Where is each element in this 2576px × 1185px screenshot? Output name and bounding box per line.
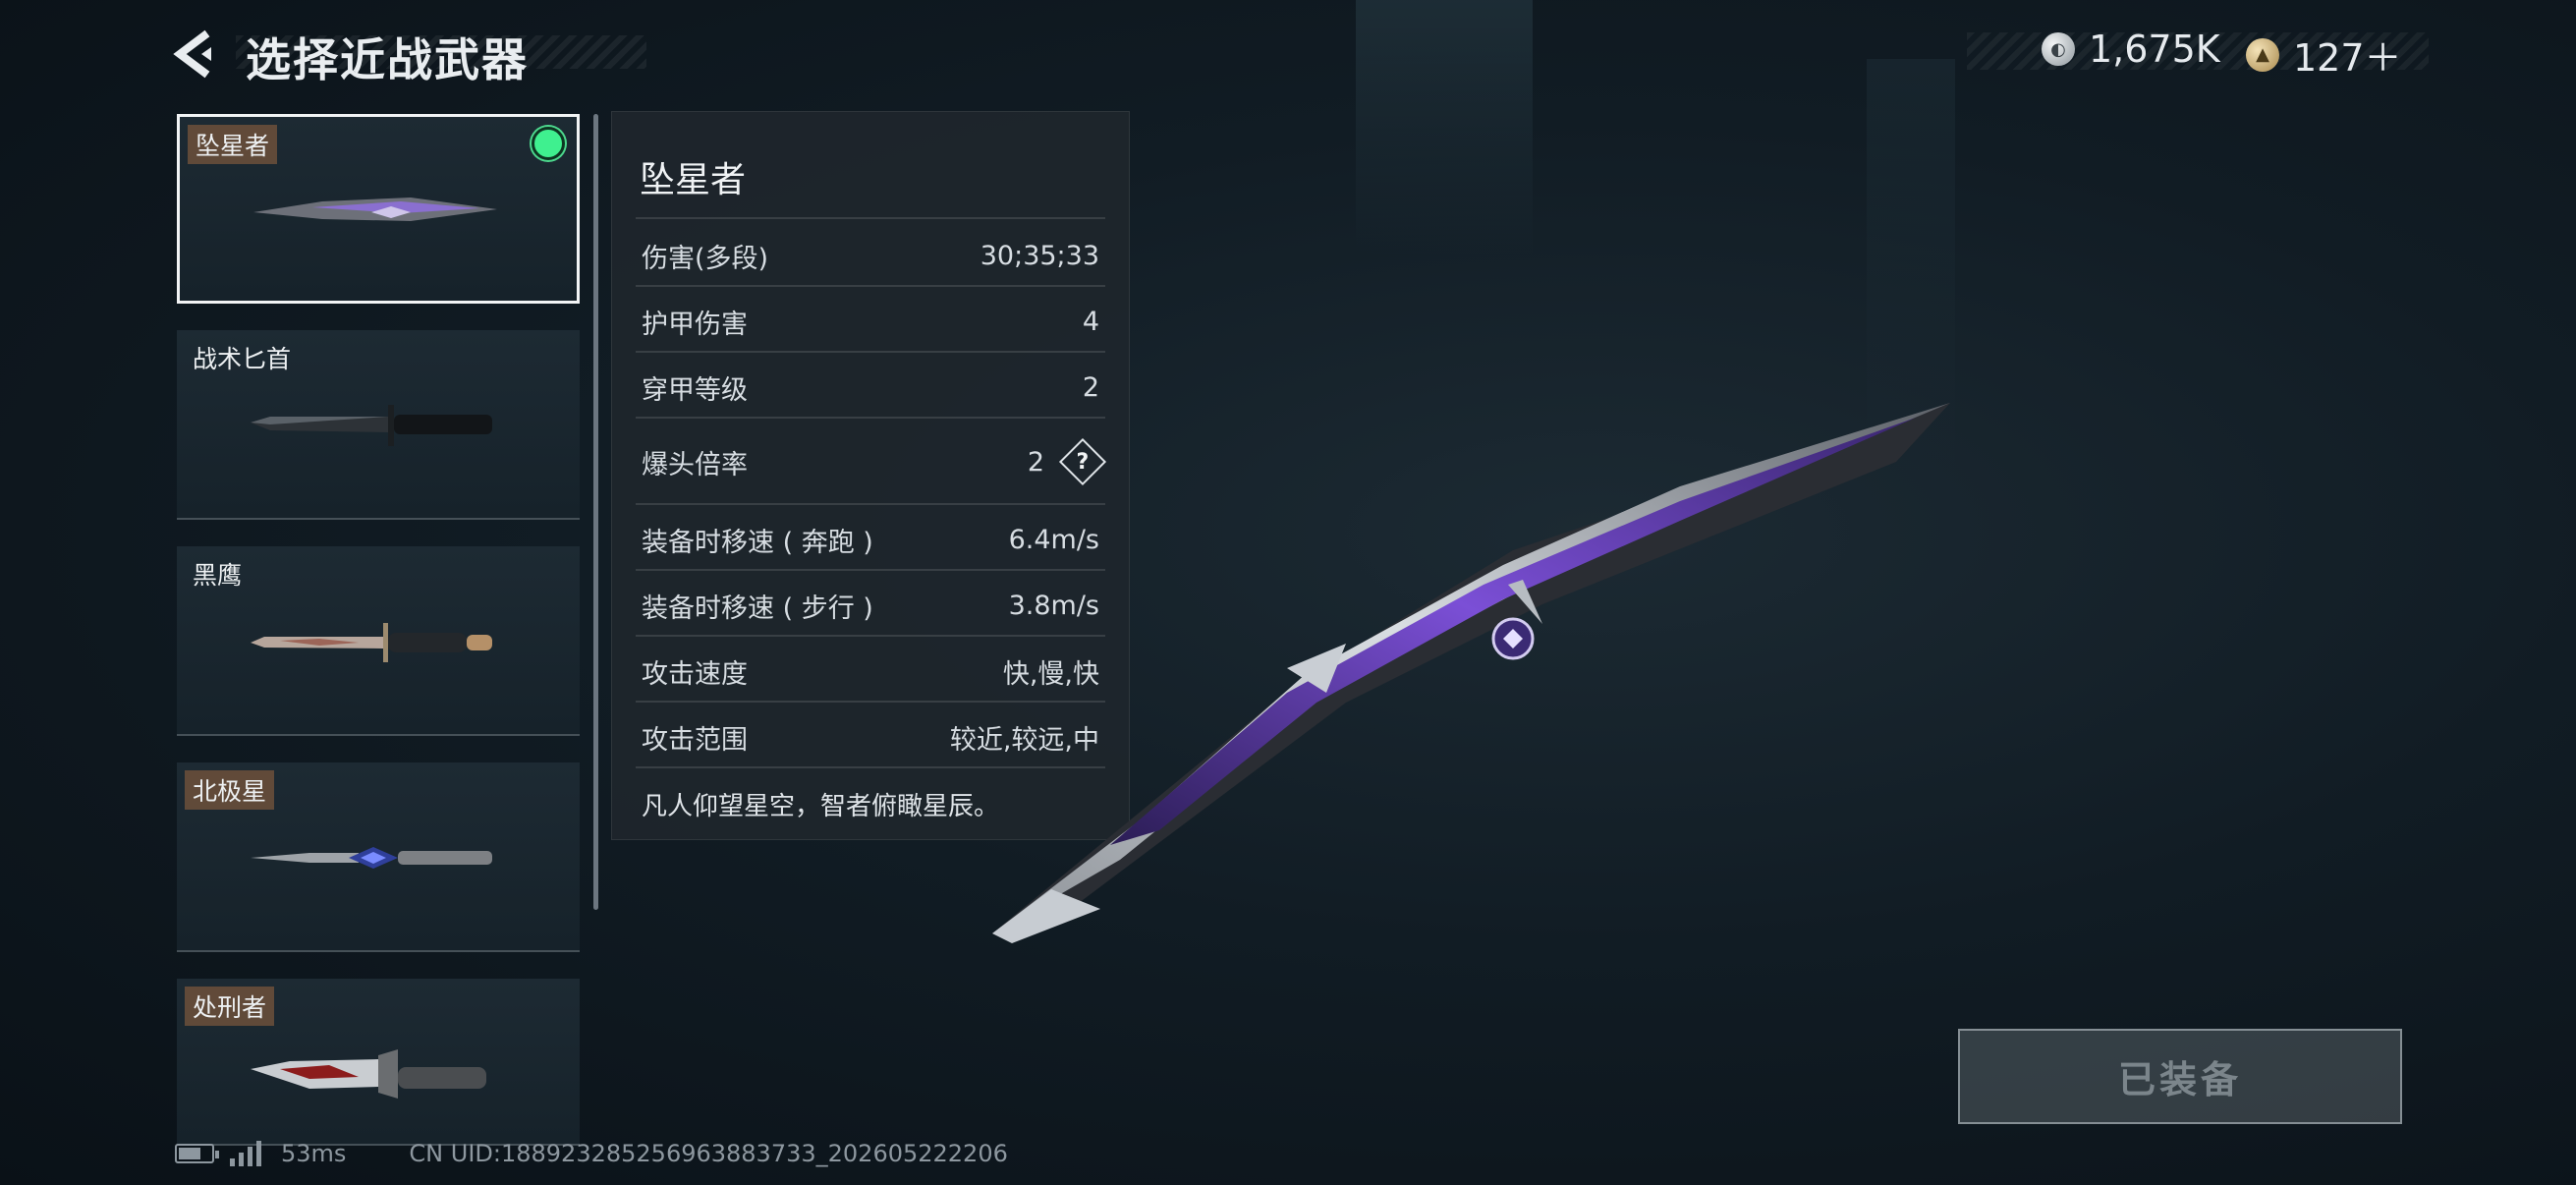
signal-icon [230,1141,265,1166]
equipped-button[interactable]: 已装备 [1958,1029,2402,1124]
weapon-name: 坠星者 [188,125,278,164]
tactical-dagger-icon [251,405,492,446]
stat-label: 护甲伤害 [642,309,748,340]
black-eagle-knife-icon [251,623,492,662]
weapon-name: 处刑者 [185,987,275,1026]
stat-label: 伤害(多段) [642,243,769,274]
weapon-card[interactable]: 处刑者 [177,979,580,1146]
weapon-name: 北极星 [185,770,275,810]
stat-label: 装备时移速 ( 步行 ) [642,592,873,624]
weapon-card[interactable]: 坠星者 [177,114,580,304]
currency-value: 127＋ [2293,36,2402,80]
stat-row: 伤害(多段) 30;35;33 [642,230,1099,281]
equipped-indicator-icon [532,127,565,160]
polaris-knife-icon [251,847,492,869]
stat-label: 装备时移速 ( 奔跑 ) [642,527,873,558]
weapon-card[interactable]: 北极星 [177,762,580,952]
detail-weapon-name: 坠星者 [640,160,747,200]
currency-value: 1,675K [2089,28,2220,71]
stat-row: 护甲伤害 4 [642,296,1099,347]
divider [636,285,1105,287]
divider [636,217,1105,219]
weapon-name: 战术匕首 [193,345,292,373]
status-bar: 53ms CN UID:188923285256963883733_202605… [175,1140,1008,1167]
page-title: 选择近战武器 [246,33,529,86]
ping-text: 53ms [281,1140,347,1167]
star-fallen-knife-icon [253,198,497,221]
uid-text: CN UID:188923285256963883733_20260522220… [409,1140,1008,1167]
weapon-preview-image[interactable] [992,398,1965,948]
battery-icon [175,1144,219,1163]
gold-badge-icon: ▲ [2246,37,2279,72]
stat-label: 穿甲等级 [642,374,748,406]
executioner-knife-icon [251,1049,486,1099]
back-chevron-icon[interactable] [172,29,221,79]
stat-label: 攻击范围 [642,724,748,756]
silver-coin-icon: ◐ [2042,32,2075,66]
divider [636,351,1105,353]
stat-value: 30;35;33 [980,240,1099,271]
stat-label: 攻击速度 [642,658,748,690]
background-streak [1356,0,1533,255]
weapon-description: 凡人仰望星空，智者俯瞰星辰。 [642,792,1000,821]
weapon-name: 黑鹰 [193,561,243,590]
list-scrollbar[interactable] [593,114,598,910]
currency-silver[interactable]: ◐ 1,675K [2042,28,2220,71]
stat-value: 4 [1082,306,1099,337]
weapon-card[interactable]: 战术匕首 [177,330,580,520]
stat-label: 爆头倍率 [642,449,748,480]
currency-gold[interactable]: ▲ 127＋ [2246,28,2402,82]
weapon-card[interactable]: 黑鹰 [177,546,580,736]
